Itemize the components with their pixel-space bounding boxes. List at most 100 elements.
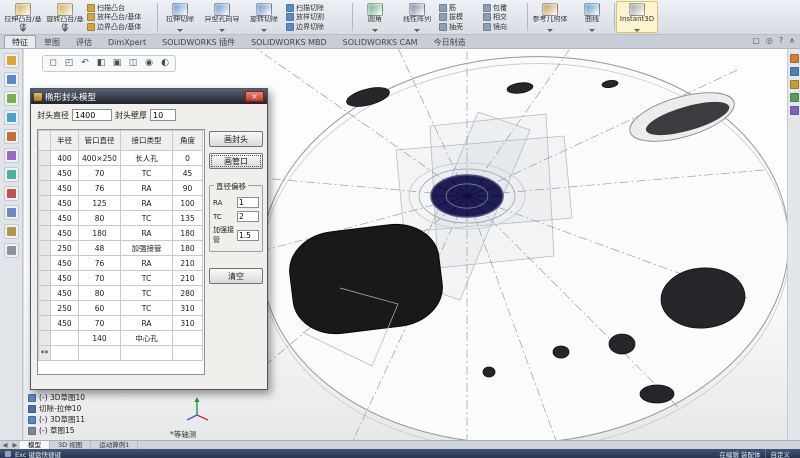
- clear-button[interactable]: 清空: [209, 268, 263, 284]
- table-cell[interactable]: 450: [51, 271, 79, 286]
- table-cell[interactable]: 450: [51, 256, 79, 271]
- previous-view-icon[interactable]: ↶: [78, 57, 92, 70]
- button-shell[interactable]: 抽壳: [439, 22, 481, 31]
- table-cell[interactable]: RA: [121, 226, 173, 241]
- table-cell[interactable]: TC: [121, 211, 173, 226]
- table-cell[interactable]: 90: [173, 181, 203, 196]
- tab-草图[interactable]: 草图: [36, 35, 68, 48]
- table-cell[interactable]: 400: [51, 151, 79, 166]
- table-cell[interactable]: 140: [79, 331, 121, 346]
- table-cell[interactable]: 60: [79, 301, 121, 316]
- table-cell[interactable]: 450: [51, 211, 79, 226]
- section-view-icon[interactable]: ◧: [94, 57, 108, 70]
- table-cell[interactable]: [51, 331, 79, 346]
- tab-DimXpert[interactable]: DimXpert: [100, 35, 154, 48]
- table-cell[interactable]: [79, 346, 121, 361]
- button-revolved-cut[interactable]: 旋转切除: [243, 1, 285, 33]
- collapse-ribbon-icon[interactable]: ∧: [789, 36, 795, 45]
- appearance-icon[interactable]: ◐: [158, 57, 172, 70]
- column-header[interactable]: 角度: [173, 131, 203, 151]
- tab-特征[interactable]: 特征: [4, 35, 36, 48]
- tree-item[interactable]: (-) 3D草图11: [28, 414, 158, 425]
- button-curves[interactable]: 曲线: [571, 1, 613, 33]
- appearances-panel-icon[interactable]: [790, 106, 799, 115]
- table-cell[interactable]: 250: [51, 241, 79, 256]
- table-cell[interactable]: 70: [79, 271, 121, 286]
- table-cell[interactable]: [51, 346, 79, 361]
- button-extruded-boss[interactable]: 拉伸凸台/基体: [2, 1, 44, 33]
- button-boundary-cut[interactable]: 边界切除: [286, 22, 350, 31]
- button-fillet[interactable]: 圆角: [354, 1, 396, 33]
- move-entities-icon[interactable]: [4, 243, 19, 258]
- table-cell[interactable]: 45: [173, 166, 203, 181]
- table-cell[interactable]: 70: [79, 166, 121, 181]
- offset-entities-icon[interactable]: [4, 186, 19, 201]
- table-cell[interactable]: RA: [121, 196, 173, 211]
- offset-RA-input[interactable]: [237, 197, 259, 208]
- table-cell[interactable]: [121, 346, 173, 361]
- table-cell[interactable]: RA: [121, 256, 173, 271]
- table-cell[interactable]: 80: [79, 211, 121, 226]
- table-cell[interactable]: 400×250: [79, 151, 121, 166]
- table-cell[interactable]: 180: [173, 241, 203, 256]
- tree-item[interactable]: 切除-拉伸10: [28, 403, 158, 414]
- button-reference-geometry[interactable]: 参考几何体: [529, 1, 571, 33]
- button-draft[interactable]: 拔模: [439, 13, 481, 22]
- smart-dimension-icon[interactable]: [4, 91, 19, 106]
- button-instant3d[interactable]: Instant3D: [616, 1, 658, 33]
- table-cell[interactable]: 长人孔: [121, 151, 173, 166]
- tab-scroll-left-icon[interactable]: ◀: [0, 441, 10, 449]
- button-linear-pattern[interactable]: 线性阵列: [396, 1, 438, 33]
- button-intersect[interactable]: 相交: [483, 13, 525, 22]
- button-hole-wizard[interactable]: 异型孔向导: [201, 1, 243, 33]
- table-cell[interactable]: 0: [173, 151, 203, 166]
- table-cell[interactable]: 210: [173, 271, 203, 286]
- convert-entities-icon[interactable]: [4, 167, 19, 182]
- customize-button[interactable]: 自定义: [765, 449, 796, 458]
- tree-item[interactable]: (-) 3D草图10: [28, 392, 158, 403]
- view-orientation-icon[interactable]: ▣: [110, 57, 124, 70]
- table-cell[interactable]: TC: [121, 166, 173, 181]
- linear-sketch-pattern-icon[interactable]: [4, 224, 19, 239]
- draw-nozzle-button[interactable]: 画管口: [209, 153, 263, 169]
- table-cell[interactable]: TC: [121, 286, 173, 301]
- hide-show-icon[interactable]: ◉: [142, 57, 156, 70]
- draw-head-button[interactable]: 画封头: [209, 131, 263, 147]
- button-wrap[interactable]: 包覆: [483, 3, 525, 12]
- tab-SOLIDWORKS 插件[interactable]: SOLIDWORKS 插件: [154, 35, 243, 48]
- button-swept-cut[interactable]: 扫描切除: [286, 3, 350, 12]
- line-tool-icon[interactable]: [4, 110, 19, 125]
- table-cell[interactable]: 70: [79, 316, 121, 331]
- search-icon[interactable]: ◎: [766, 36, 773, 45]
- tab-SOLIDWORKS MBD[interactable]: SOLIDWORKS MBD: [243, 35, 335, 48]
- tab-SOLIDWORKS CAM[interactable]: SOLIDWORKS CAM: [335, 35, 426, 48]
- trim-entities-icon[interactable]: [4, 148, 19, 163]
- table-cell[interactable]: 280: [173, 286, 203, 301]
- close-icon[interactable]: ×: [245, 91, 264, 102]
- table-cell[interactable]: 加强接管: [121, 241, 173, 256]
- table-cell[interactable]: [173, 346, 203, 361]
- offset-加强接管-input[interactable]: [237, 230, 259, 241]
- sketch-tool-icon[interactable]: [4, 72, 19, 87]
- table-cell[interactable]: 250: [51, 301, 79, 316]
- table-cell[interactable]: 450: [51, 166, 79, 181]
- table-cell[interactable]: 450: [51, 286, 79, 301]
- circle-tool-icon[interactable]: [4, 129, 19, 144]
- table-cell[interactable]: 76: [79, 256, 121, 271]
- button-swept-boss[interactable]: 扫描凸台: [87, 3, 155, 12]
- table-cell[interactable]: 48: [79, 241, 121, 256]
- button-lofted-boss[interactable]: 放样凸台/基体: [87, 13, 155, 22]
- table-cell[interactable]: 76: [79, 181, 121, 196]
- resources-icon[interactable]: [790, 54, 799, 63]
- table-cell[interactable]: [173, 331, 203, 346]
- table-cell[interactable]: 中心孔: [121, 331, 173, 346]
- mirror-entities-icon[interactable]: [4, 205, 19, 220]
- table-cell[interactable]: 310: [173, 301, 203, 316]
- tab-评估[interactable]: 评估: [68, 35, 100, 48]
- table-cell[interactable]: 450: [51, 226, 79, 241]
- design-library-icon[interactable]: [790, 67, 799, 76]
- table-cell[interactable]: RA: [121, 316, 173, 331]
- tab-今日制造[interactable]: 今日制造: [426, 35, 474, 48]
- offset-TC-input[interactable]: [237, 211, 259, 222]
- button-extruded-cut[interactable]: 拉伸切除: [159, 1, 201, 33]
